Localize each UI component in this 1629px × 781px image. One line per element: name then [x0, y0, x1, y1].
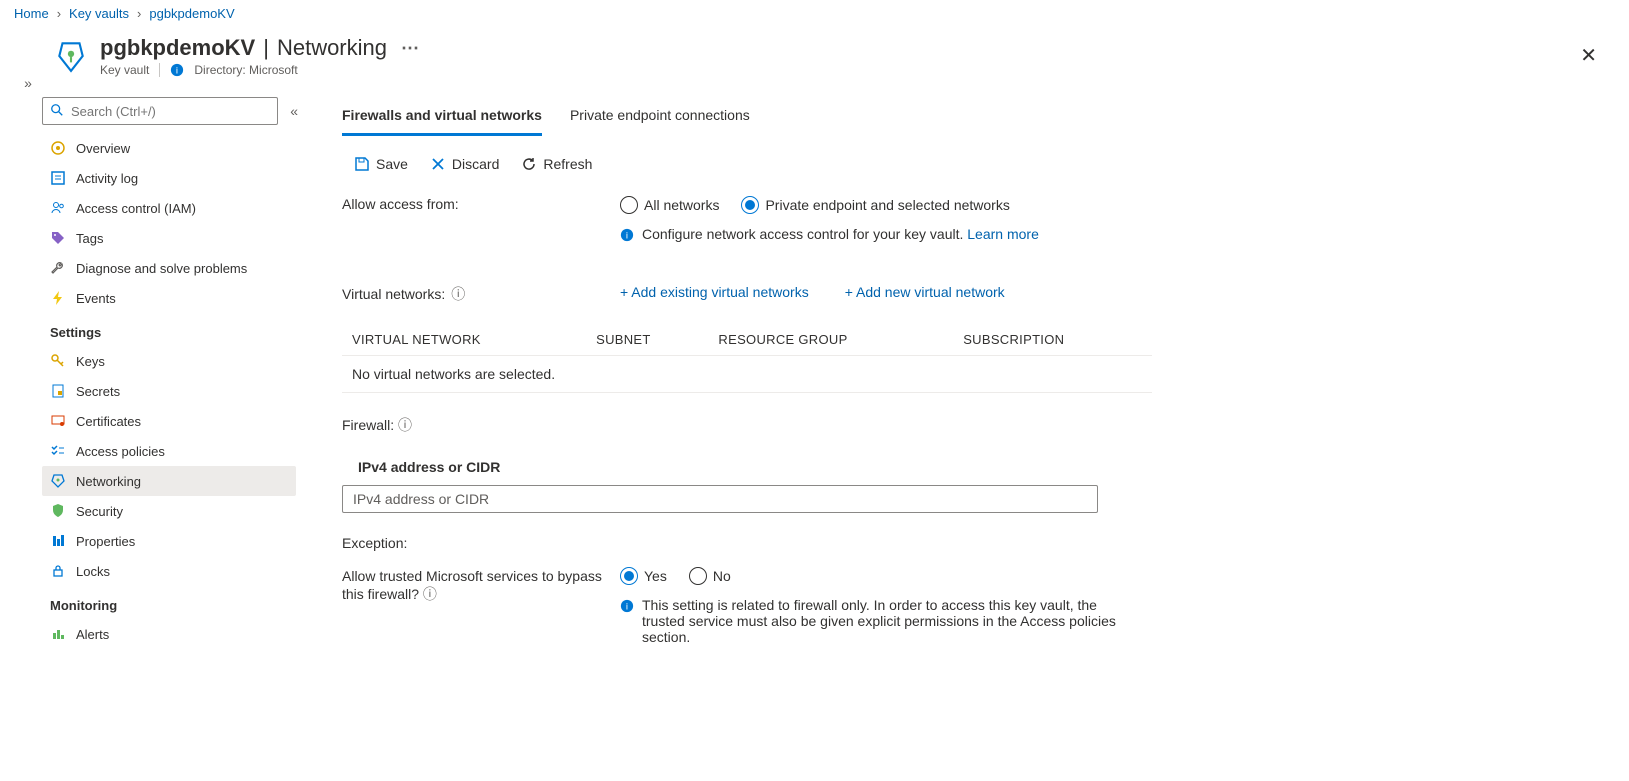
nav-secrets[interactable]: Secrets	[42, 376, 296, 406]
nav-alerts[interactable]: Alerts	[42, 619, 296, 649]
chevron-right-icon: ›	[57, 6, 61, 21]
collapse-sidebar-button[interactable]: «	[286, 99, 302, 123]
nav-heading-monitoring: Monitoring	[42, 586, 296, 619]
nav-heading-settings: Settings	[42, 313, 296, 346]
sidebar: « Overview Activity log Access control (…	[42, 97, 302, 781]
key-icon	[50, 353, 66, 369]
overview-icon	[50, 140, 66, 156]
svg-text:i: i	[626, 602, 628, 613]
nav-access-policies[interactable]: Access policies	[42, 436, 296, 466]
alerts-icon	[50, 626, 66, 642]
search-icon	[50, 103, 64, 120]
nav-security[interactable]: Security	[42, 496, 296, 526]
info-icon[interactable]: ⓘ	[423, 586, 437, 602]
nav-events[interactable]: Events	[42, 283, 296, 313]
discard-icon	[430, 156, 446, 172]
radio-all-networks[interactable]: All networks	[620, 196, 719, 214]
radio-bypass-no[interactable]: No	[689, 567, 731, 585]
tab-private-endpoint[interactable]: Private endpoint connections	[570, 103, 750, 136]
people-icon	[50, 200, 66, 216]
svg-text:i: i	[176, 66, 178, 77]
learn-more-link[interactable]: Learn more	[967, 226, 1039, 242]
refresh-icon	[521, 156, 537, 172]
nav-diagnose[interactable]: Diagnose and solve problems	[42, 253, 296, 283]
keyvault-icon	[54, 39, 88, 73]
vnet-label: Virtual networks: ⓘ	[342, 284, 620, 304]
discard-button[interactable]: Discard	[430, 156, 499, 172]
page-title: pgbkpdemoKV | Networking ⋯	[100, 35, 425, 61]
info-icon: i	[170, 63, 184, 77]
info-icon: i	[620, 599, 634, 613]
save-button[interactable]: Save	[354, 156, 408, 172]
nav-locks[interactable]: Locks	[42, 556, 296, 586]
radio-selected-networks[interactable]: Private endpoint and selected networks	[741, 196, 1009, 214]
networking-icon	[50, 473, 66, 489]
radio-bypass-yes[interactable]: Yes	[620, 567, 667, 585]
vnet-table: Virtual Network Subnet Resource Group Su…	[342, 324, 1152, 393]
nav-overview[interactable]: Overview	[42, 133, 296, 163]
wrench-icon	[50, 260, 66, 276]
breadcrumb-home[interactable]: Home	[14, 6, 49, 21]
nav-keys[interactable]: Keys	[42, 346, 296, 376]
activity-log-icon	[50, 170, 66, 186]
tab-firewalls[interactable]: Firewalls and virtual networks	[342, 103, 542, 136]
nav-networking[interactable]: Networking	[42, 466, 296, 496]
info-icon: i	[620, 228, 634, 242]
firewall-label: Firewall: ⓘ	[342, 393, 1502, 445]
breadcrumb: Home › Key vaults › pgbkpdemoKV	[0, 0, 1629, 27]
col-sub: Subscription	[953, 324, 1152, 356]
info-icon[interactable]: ⓘ	[398, 417, 412, 433]
certificate-icon	[50, 413, 66, 429]
close-button[interactable]: ✕	[1562, 35, 1615, 76]
cidr-heading: IPv4 address or CIDR	[342, 445, 1502, 485]
directory-label: Directory: Microsoft	[194, 63, 297, 77]
cidr-input[interactable]	[342, 485, 1098, 513]
nav-access-control[interactable]: Access control (IAM)	[42, 193, 296, 223]
exception-note: This setting is related to firewall only…	[642, 597, 1120, 645]
refresh-button[interactable]: Refresh	[521, 156, 592, 172]
nav-tags[interactable]: Tags	[42, 223, 296, 253]
nav-certificates[interactable]: Certificates	[42, 406, 296, 436]
more-button[interactable]: ⋯	[395, 36, 425, 61]
breadcrumb-keyvaults[interactable]: Key vaults	[69, 6, 129, 21]
exception-heading: Exception:	[342, 513, 1502, 561]
main-panel: Firewalls and virtual networks Private e…	[302, 97, 1502, 781]
sidebar-search-input[interactable]	[42, 97, 278, 125]
exception-question: Allow trusted Microsoft services to bypa…	[342, 567, 620, 603]
vnet-empty-message: No virtual networks are selected.	[342, 356, 1152, 393]
shield-icon	[50, 503, 66, 519]
add-existing-vnet-link[interactable]: + Add existing virtual networks	[620, 284, 809, 300]
breadcrumb-resource[interactable]: pgbkpdemoKV	[149, 6, 234, 21]
properties-icon	[50, 533, 66, 549]
col-subnet: Subnet	[586, 324, 708, 356]
nav-properties[interactable]: Properties	[42, 526, 296, 556]
secret-icon	[50, 383, 66, 399]
info-icon[interactable]: ⓘ	[451, 284, 465, 304]
tag-icon	[50, 230, 66, 246]
svg-text:i: i	[626, 231, 628, 242]
allow-access-label: Allow access from:	[342, 196, 620, 212]
chevron-right-icon: ›	[137, 6, 141, 21]
save-icon	[354, 156, 370, 172]
lock-icon	[50, 563, 66, 579]
add-new-vnet-link[interactable]: + Add new virtual network	[845, 284, 1005, 300]
expand-menu-icon[interactable]: »	[24, 75, 32, 91]
allow-hint-text: Configure network access control for you…	[642, 226, 963, 242]
lightning-icon	[50, 290, 66, 306]
nav-activity-log[interactable]: Activity log	[42, 163, 296, 193]
resource-type-label: Key vault	[100, 63, 149, 77]
col-rg: Resource Group	[708, 324, 953, 356]
checklist-icon	[50, 443, 66, 459]
col-vnet: Virtual Network	[342, 324, 586, 356]
